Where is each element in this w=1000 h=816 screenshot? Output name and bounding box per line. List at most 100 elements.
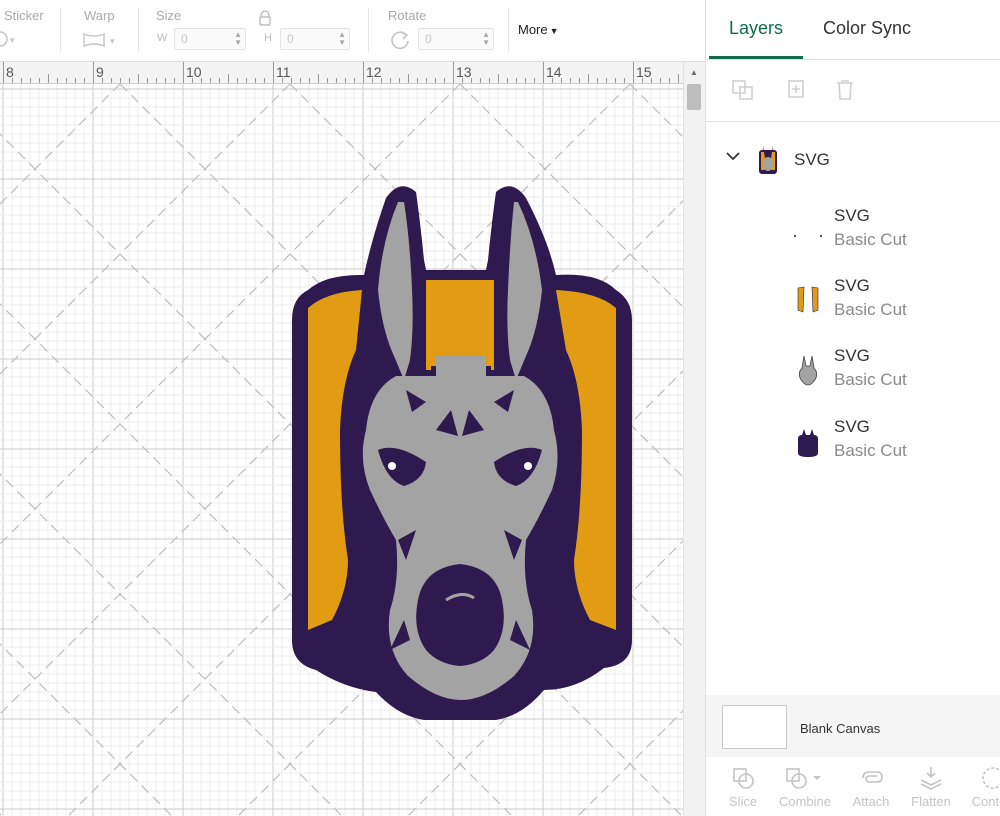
ruler-tick bbox=[300, 78, 301, 83]
ruler-tick bbox=[390, 78, 391, 83]
ruler-tick bbox=[444, 78, 445, 83]
tab-color-sync[interactable]: Color Sync bbox=[823, 18, 911, 39]
height-stepper-icon[interactable]: ▲ ▼ bbox=[338, 31, 346, 47]
ruler-tick bbox=[570, 78, 571, 83]
layer-name: SVG bbox=[834, 417, 870, 436]
lock-icon[interactable] bbox=[258, 10, 272, 32]
attach-button[interactable]: Attach bbox=[840, 762, 902, 809]
ruler-tick bbox=[534, 78, 535, 83]
layer-row[interactable]: SVG Basic Cut bbox=[706, 346, 1000, 406]
rotate-stepper-icon[interactable]: ▲ ▼ bbox=[482, 31, 490, 47]
ruler-tick bbox=[381, 78, 382, 83]
layer-row[interactable]: SVG Basic Cut bbox=[706, 417, 1000, 477]
contour-icon bbox=[982, 767, 1000, 789]
layer-row[interactable]: SVG Basic Cut bbox=[706, 276, 1000, 336]
ruler-number: 11 bbox=[276, 64, 291, 80]
logo-left-eye bbox=[388, 462, 396, 470]
ruler-tick bbox=[579, 78, 580, 83]
svg-text:▾: ▾ bbox=[10, 35, 15, 45]
ruler-number: 10 bbox=[186, 64, 202, 80]
width-value: 0 bbox=[181, 32, 188, 46]
slice-label: Slice bbox=[728, 794, 758, 809]
group-name: SVG bbox=[794, 150, 830, 169]
ruler-tick bbox=[552, 78, 553, 83]
ruler-tick bbox=[669, 78, 670, 83]
warp-icon: ▾ bbox=[83, 32, 115, 48]
width-letter: W bbox=[157, 32, 168, 44]
height-input[interactable]: 0 ▲ ▼ bbox=[280, 28, 350, 50]
blank-canvas-swatch[interactable] bbox=[722, 705, 787, 749]
ruler-tick bbox=[399, 78, 400, 83]
logo-snout bbox=[416, 564, 504, 666]
ruler-tick bbox=[426, 78, 427, 83]
layer-name: SVG bbox=[834, 276, 870, 295]
ruler-tick bbox=[75, 78, 76, 83]
horizontal-ruler: 8 9 10 11 12 13 14 15 bbox=[0, 62, 683, 84]
ruler-tick bbox=[246, 78, 247, 83]
width-stepper-icon[interactable]: ▲ ▼ bbox=[234, 31, 242, 47]
ruler-tick bbox=[309, 78, 310, 83]
layer-name: SVG bbox=[834, 206, 870, 225]
ruler-tick bbox=[237, 78, 238, 83]
ruler-tick bbox=[183, 62, 184, 83]
vertical-scrollbar[interactable]: ▲ bbox=[683, 62, 705, 816]
scroll-up-arrow-icon[interactable]: ▲ bbox=[690, 68, 698, 77]
rotate-input[interactable]: 0 ▲ ▼ bbox=[418, 28, 494, 50]
size-label: Size bbox=[156, 8, 182, 23]
ruler-tick bbox=[66, 78, 67, 83]
attach-icon bbox=[862, 771, 883, 783]
ruler-tick bbox=[273, 62, 274, 83]
ruler-tick bbox=[219, 78, 220, 83]
layer-type: Basic Cut bbox=[834, 230, 907, 249]
toolbar-divider bbox=[138, 8, 139, 52]
flatten-icon bbox=[920, 767, 942, 790]
panel-divider bbox=[706, 59, 1000, 60]
trash-icon[interactable] bbox=[832, 78, 858, 102]
warp-label: Warp bbox=[84, 8, 115, 23]
layer-row[interactable]: SVG Basic Cut bbox=[706, 206, 1000, 266]
ruler-tick bbox=[93, 62, 94, 83]
ruler-tick bbox=[678, 74, 679, 83]
ruler-tick bbox=[255, 78, 256, 83]
ruler-tick bbox=[588, 74, 589, 83]
scrollbar-thumb[interactable] bbox=[687, 84, 701, 110]
ruler-tick bbox=[354, 78, 355, 83]
duplicate-icon[interactable] bbox=[782, 78, 808, 102]
group-icon[interactable] bbox=[730, 78, 756, 102]
width-input[interactable]: 0 ▲ ▼ bbox=[174, 28, 246, 50]
ruler-tick bbox=[543, 62, 544, 83]
blank-canvas-row[interactable]: Blank Canvas bbox=[706, 695, 1000, 757]
layer-group-row[interactable]: SVG bbox=[706, 140, 1000, 180]
design-canvas[interactable] bbox=[0, 84, 683, 816]
layer-thumbnail-gold bbox=[792, 284, 824, 321]
caret-down-icon: ▼ bbox=[549, 26, 559, 36]
ruler-tick bbox=[327, 78, 328, 83]
sticker-icon: ▾ bbox=[0, 31, 15, 47]
ruler-tick bbox=[417, 78, 418, 83]
ruler-tick bbox=[642, 78, 643, 83]
rotate-icon[interactable] bbox=[388, 28, 412, 50]
tab-layers[interactable]: Layers bbox=[729, 18, 783, 39]
edit-toolbar: Sticker ▾ Warp ▾ Size W 0 ▲ ▼ H 0 ▲ ▼ Rotate… bbox=[0, 0, 705, 62]
ruler-tick bbox=[174, 78, 175, 83]
warp-dropdown[interactable]: ▾ bbox=[82, 30, 124, 52]
ruler-tick bbox=[597, 78, 598, 83]
ruler-tick bbox=[120, 78, 121, 83]
height-value: 0 bbox=[287, 32, 294, 46]
contour-button[interactable]: Conto bbox=[958, 762, 1000, 809]
ruler-tick bbox=[561, 78, 562, 83]
sticker-dropdown[interactable]: ▾ bbox=[0, 29, 24, 51]
design-space-app: Sticker ▾ Warp ▾ Size W 0 ▲ ▼ H 0 ▲ ▼ Rotate… bbox=[0, 0, 1000, 816]
combine-button[interactable]: Combine bbox=[774, 762, 836, 809]
ruler-tick bbox=[363, 62, 364, 83]
ruler-tick bbox=[111, 78, 112, 83]
logo-right-eye bbox=[524, 462, 532, 470]
dog-logo-image[interactable] bbox=[286, 180, 636, 720]
toolbar-divider bbox=[60, 8, 61, 52]
flatten-button[interactable]: Flatten bbox=[900, 762, 962, 809]
more-menu-button[interactable]: More ▼ bbox=[518, 22, 559, 37]
ruler-tick bbox=[102, 78, 103, 83]
ruler-tick bbox=[372, 78, 373, 83]
chevron-down-icon[interactable] bbox=[726, 150, 740, 164]
slice-button[interactable]: Slice bbox=[712, 762, 774, 809]
